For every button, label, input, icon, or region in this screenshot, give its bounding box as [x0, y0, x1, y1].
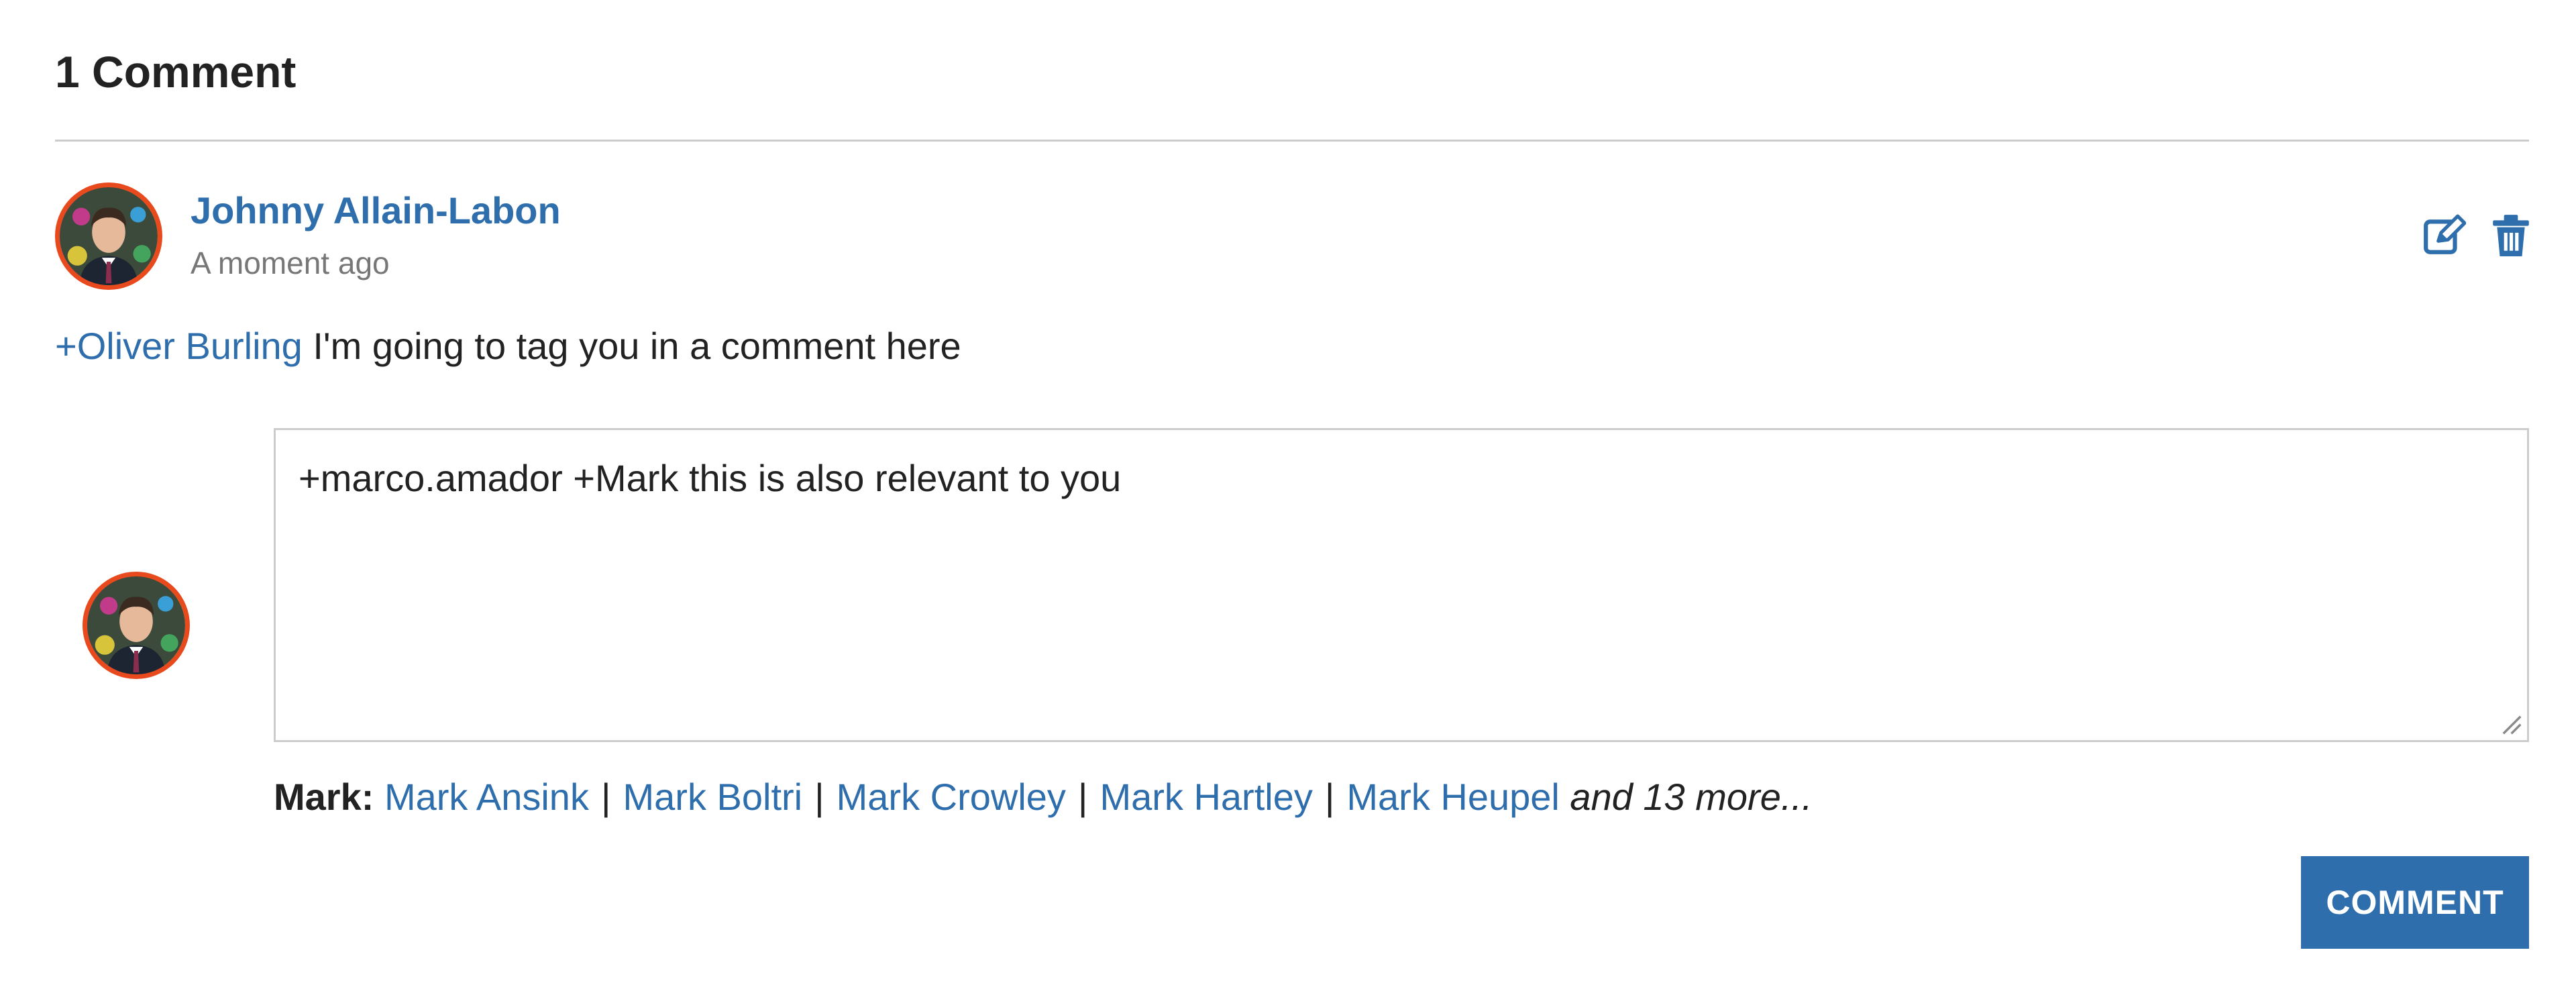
resize-handle-icon[interactable]	[2499, 712, 2522, 735]
mention-suggestions: Mark: Mark Ansink | Mark Boltri | Mark Crowl…	[274, 772, 1813, 823]
comment-body: +Oliver Burling I'm going to tag you in …	[55, 321, 961, 372]
trash-icon[interactable]	[2489, 213, 2533, 258]
mention-link[interactable]: +Oliver Burling	[55, 325, 303, 367]
suggestions-label: Mark:	[274, 776, 374, 818]
suggestion-link[interactable]: Mark Heupel	[1346, 776, 1559, 818]
more-suggestions-text: and 13 more...	[1570, 776, 1813, 818]
comment-text: I'm going to tag you in a comment here	[302, 325, 961, 367]
suggestion-link[interactable]: Mark Boltri	[623, 776, 803, 818]
user-avatar-icon	[60, 187, 158, 285]
divider	[55, 140, 2529, 142]
user-avatar-icon	[87, 576, 185, 674]
author-avatar[interactable]	[55, 183, 162, 290]
reply-textarea[interactable]: +marco.amador +Mark this is also relevan…	[274, 428, 2529, 742]
suggestion-separator: |	[1077, 776, 1088, 818]
suggestion-link[interactable]: Mark Ansink	[384, 776, 589, 818]
trash-icon-glyph	[2493, 215, 2529, 256]
suggestion-link[interactable]: Mark Hartley	[1099, 776, 1312, 818]
comment-author-link[interactable]: Johnny Allain-Labon	[191, 187, 561, 235]
edit-icon-glyph	[2424, 214, 2466, 254]
suggestion-separator: |	[814, 776, 824, 818]
reply-text: +marco.amador +Mark this is also relevan…	[299, 457, 1122, 499]
reply-avatar	[83, 572, 190, 679]
submit-comment-button[interactable]: COMMENT	[2301, 856, 2529, 949]
suggestion-separator: |	[600, 776, 611, 818]
suggestion-separator: |	[1324, 776, 1335, 818]
comment-timestamp: A moment ago	[191, 246, 390, 280]
edit-icon[interactable]	[2422, 213, 2466, 258]
suggestion-link[interactable]: Mark Crowley	[837, 776, 1066, 818]
comments-section: 1 Comment Johnny Allain-Labon A moment a…	[0, 0, 2576, 987]
comments-heading: 1 Comment	[55, 47, 297, 97]
